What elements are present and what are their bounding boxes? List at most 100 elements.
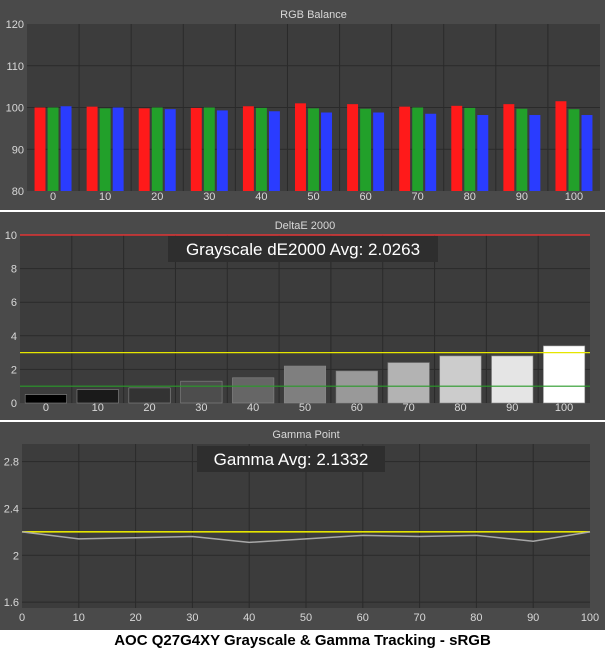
panel-2-x-tick-label: 20 bbox=[143, 402, 155, 414]
panel-3-x-tick-label: 70 bbox=[413, 612, 425, 624]
panel-3-y-tick-label: 2 bbox=[13, 550, 19, 562]
panel-2-bar bbox=[387, 362, 430, 404]
panel-1-title: RGB Balance bbox=[280, 9, 347, 21]
panel-2-title: DeltaE 2000 bbox=[275, 220, 336, 232]
panel-2: DeltaE 200002468100 10 20 30 40 50 60 70 80 90 100… bbox=[0, 212, 605, 420]
panel-1-bar-blue bbox=[164, 109, 176, 191]
panel-1-x-tick-label: 100 bbox=[565, 191, 583, 203]
panel-2-x-tick-label: 100 bbox=[555, 402, 573, 414]
panel-2-bar bbox=[283, 365, 327, 404]
figure-caption: AOC Q27G4XY Grayscale & Gamma Tracking -… bbox=[114, 632, 491, 649]
panel-2-bar bbox=[335, 370, 378, 404]
panel-3-x-tick-label: 90 bbox=[527, 612, 539, 624]
panel-1-x-tick-label: 10 bbox=[99, 191, 111, 203]
panel-1-bar-red bbox=[503, 104, 515, 191]
panel-1-bar-red bbox=[138, 108, 150, 191]
panel-1-bar-blue bbox=[112, 107, 124, 191]
panel-1-bar-red bbox=[34, 107, 46, 191]
panel-3-y-tick-label: 2.4 bbox=[4, 503, 19, 515]
panel-1-bar-red bbox=[86, 106, 98, 191]
panel-1-bar-red bbox=[190, 107, 202, 191]
panel-1-bar-blue bbox=[373, 112, 385, 191]
panel-1-bar-blue bbox=[477, 115, 489, 191]
chart-canvas: RGB Balance80901001101200 10 20 30 40 50 60 70 8… bbox=[0, 0, 605, 630]
panel-1-bar-red bbox=[242, 106, 254, 191]
panel-1: RGB Balance 80 90 100 110 120 0 10 20 30 40 50 60 70 8… bbox=[0, 0, 605, 210]
panel-1-x-tick-label: 50 bbox=[307, 191, 319, 203]
panel-1-y-tick-label: 110 bbox=[6, 61, 24, 73]
panel-1-bar-red bbox=[451, 105, 463, 191]
panel-1-bar-green bbox=[151, 107, 163, 191]
panel-2-y-tick-label: 8 bbox=[11, 264, 17, 276]
panel-1-bar-red bbox=[399, 106, 411, 191]
panel-2-x-tick-label: 70 bbox=[403, 402, 415, 414]
panel-3-x-tick-label: 0 bbox=[19, 612, 25, 624]
panel-2-x-tick-label: 80 bbox=[454, 402, 466, 414]
panel-1-x-tick-label: 40 bbox=[255, 191, 267, 203]
panel-3-y-tick-label: 2.8 bbox=[4, 457, 19, 469]
panel-1-bar-blue bbox=[581, 115, 593, 191]
panel-1-y-tick-label: 90 bbox=[12, 144, 24, 156]
panel-1-bar-green bbox=[203, 107, 215, 191]
panel-2-bar bbox=[180, 380, 223, 404]
panel-2-bar bbox=[543, 345, 586, 404]
panel-1-x-tick-label: 0 bbox=[50, 191, 56, 203]
panel-1-bar-blue bbox=[425, 113, 437, 191]
panel-2-bar bbox=[128, 387, 171, 404]
panel-1-y-tick-label: 80 bbox=[12, 186, 24, 198]
panel-1-x-tick-label: 30 bbox=[203, 191, 215, 203]
panel-2-annotation: Grayscale dE2000 Avg: 2.0263 bbox=[186, 240, 420, 259]
panel-1-bar-green bbox=[568, 109, 580, 191]
panel-1-x-tick-label: 20 bbox=[151, 191, 163, 203]
panel-1-bar-green bbox=[308, 108, 319, 191]
panel-1-x-tick-label: 70 bbox=[412, 191, 424, 203]
panel-1-x-tick-label: 90 bbox=[516, 191, 528, 203]
panel-3-x-tick-label: 80 bbox=[470, 612, 482, 624]
panel-1-bar-green bbox=[412, 107, 424, 191]
panel-1-bar-green bbox=[99, 108, 111, 191]
panel-2-y-tick-label: 4 bbox=[11, 331, 17, 343]
panel-1-y-tick-label: 100 bbox=[6, 103, 24, 115]
panel-2-y-tick-label: 6 bbox=[11, 297, 17, 309]
panel-1-x-tick-label: 80 bbox=[464, 191, 476, 203]
panel-2-y-tick-label: 10 bbox=[5, 230, 17, 242]
panel-2-x-tick-label: 40 bbox=[247, 402, 259, 414]
panel-1-bar-red bbox=[295, 103, 306, 191]
figure: RGB Balance 80 90 100 110 120 0 10 20 30 40 50 60 70 8… bbox=[0, 0, 605, 652]
panel-3-annotation: Gamma Avg: 2.1332 bbox=[214, 450, 369, 469]
panel-2-bar bbox=[491, 355, 534, 404]
panel-3-x-tick-label: 10 bbox=[73, 612, 85, 624]
panel-2-x-tick-label: 50 bbox=[299, 402, 311, 414]
panel-1-bar-green bbox=[47, 107, 59, 191]
panel-2-x-tick-label: 90 bbox=[506, 402, 518, 414]
panel-2-bar bbox=[232, 377, 275, 404]
panel-1-bar-blue bbox=[216, 110, 228, 191]
panel-3-x-tick-label: 60 bbox=[357, 612, 369, 624]
panel-2-bar bbox=[439, 355, 482, 404]
panel-2-bar bbox=[76, 389, 119, 404]
panel-3: Gamma Point 1.6 2 2.4 2.8 0 10 20 30 40 50 60 70 80 90… bbox=[0, 422, 605, 630]
panel-3-x-tick-label: 30 bbox=[186, 612, 198, 624]
panel-3-x-tick-label: 100 bbox=[581, 612, 599, 624]
panel-2-x-tick-label: 0 bbox=[43, 402, 49, 414]
panel-3-x-tick-label: 20 bbox=[129, 612, 141, 624]
panel-1-bar-green bbox=[360, 108, 372, 191]
panel-2-y-tick-label: 0 bbox=[11, 398, 17, 410]
panel-3-x-tick-label: 40 bbox=[243, 612, 255, 624]
panel-1-x-tick-label: 60 bbox=[359, 191, 371, 203]
panel-2-x-tick-label: 30 bbox=[195, 402, 207, 414]
panel-1-bar-blue bbox=[60, 106, 72, 191]
panel-1-bar-blue bbox=[268, 111, 280, 191]
panel-3-y-tick-label: 1.6 bbox=[4, 597, 19, 609]
panel-1-bar-green bbox=[516, 108, 528, 191]
panel-1-bar-blue bbox=[529, 115, 541, 191]
panel-2-x-tick-label: 10 bbox=[92, 402, 104, 414]
panel-2-x-tick-label: 60 bbox=[351, 402, 363, 414]
panel-3-title: Gamma Point bbox=[272, 429, 339, 441]
panel-2-y-tick-label: 2 bbox=[11, 364, 17, 376]
panel-1-bar-red bbox=[347, 104, 359, 191]
panel-1-bar-green bbox=[464, 107, 476, 191]
panel-1-y-tick-label: 120 bbox=[6, 19, 24, 31]
panel-3-x-tick-label: 50 bbox=[300, 612, 312, 624]
panel-1-bar-red bbox=[555, 101, 567, 191]
